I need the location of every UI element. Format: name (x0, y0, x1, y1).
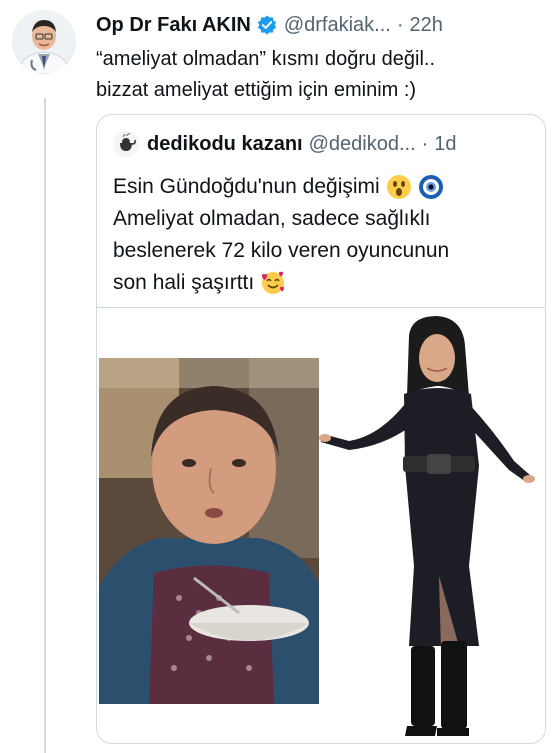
before-photo[interactable] (99, 358, 321, 704)
thread-connector-line (44, 98, 46, 753)
quoted-text-line-3: beslenerek 72 kilo veren oyuncunun (113, 239, 450, 262)
astonished-face-emoji (386, 175, 411, 199)
quoted-text-line: Esin Gündoğdu'nun değişimi (113, 171, 533, 203)
quoted-tweet-card[interactable]: dedikodu kazanı @dedikod... · 1d Esin Gü… (96, 114, 546, 744)
tweet-text-line: “ameliyat olmadan” kısmı doğru değil.. (96, 48, 436, 70)
quoted-author-display-name[interactable]: dedikodu kazanı (147, 133, 303, 156)
smiling-face-with-hearts-emoji (262, 271, 285, 294)
author-handle[interactable]: @drfakiak... (284, 14, 391, 37)
header-separator: · (396, 13, 404, 36)
author-avatar[interactable] (12, 10, 76, 74)
quoted-tweet-media[interactable] (97, 307, 545, 743)
quoted-author-avatar[interactable] (113, 131, 139, 157)
quoted-text-line-2: Ameliyat olmadan, sadece sağlıklı (113, 207, 431, 230)
quoted-author-handle[interactable]: @dedikod... (309, 133, 416, 156)
tweet-header: Op Dr Fakı AKIN @drfakiak... · 22h (96, 10, 546, 40)
before-photo-image (99, 358, 321, 704)
quoted-text-line: son hali şaşırttı (113, 267, 533, 299)
kettle-logo-avatar (113, 131, 139, 157)
tweet-timestamp[interactable]: 22h (410, 14, 443, 37)
nazar-amulet-emoji (418, 175, 443, 199)
quoted-header-separator: · (421, 132, 429, 155)
quoted-text-line-4: son hali şaşırttı (113, 271, 255, 294)
author-display-name[interactable]: Op Dr Fakı AKIN (96, 14, 251, 37)
quoted-tweet-header: dedikodu kazanı @dedikod... · 1d (113, 129, 533, 159)
after-photo[interactable] (319, 316, 545, 736)
quoted-text-line-1: Esin Gündoğdu'nun değişimi (113, 175, 380, 198)
doctor-avatar-image (12, 10, 76, 74)
verified-badge-icon (257, 15, 277, 35)
after-photo-image (319, 316, 545, 736)
tweet-text-line: bizzat ameliyat ettiğim için eminim :) (96, 79, 417, 101)
quoted-tweet-body: Esin Gündoğdu'nun değişimi Ameliyat olma… (113, 171, 533, 299)
tweet-body: “ameliyat olmadan” kısmı doğru değil.. b… (96, 44, 546, 106)
quoted-tweet-timestamp[interactable]: 1d (434, 133, 456, 156)
